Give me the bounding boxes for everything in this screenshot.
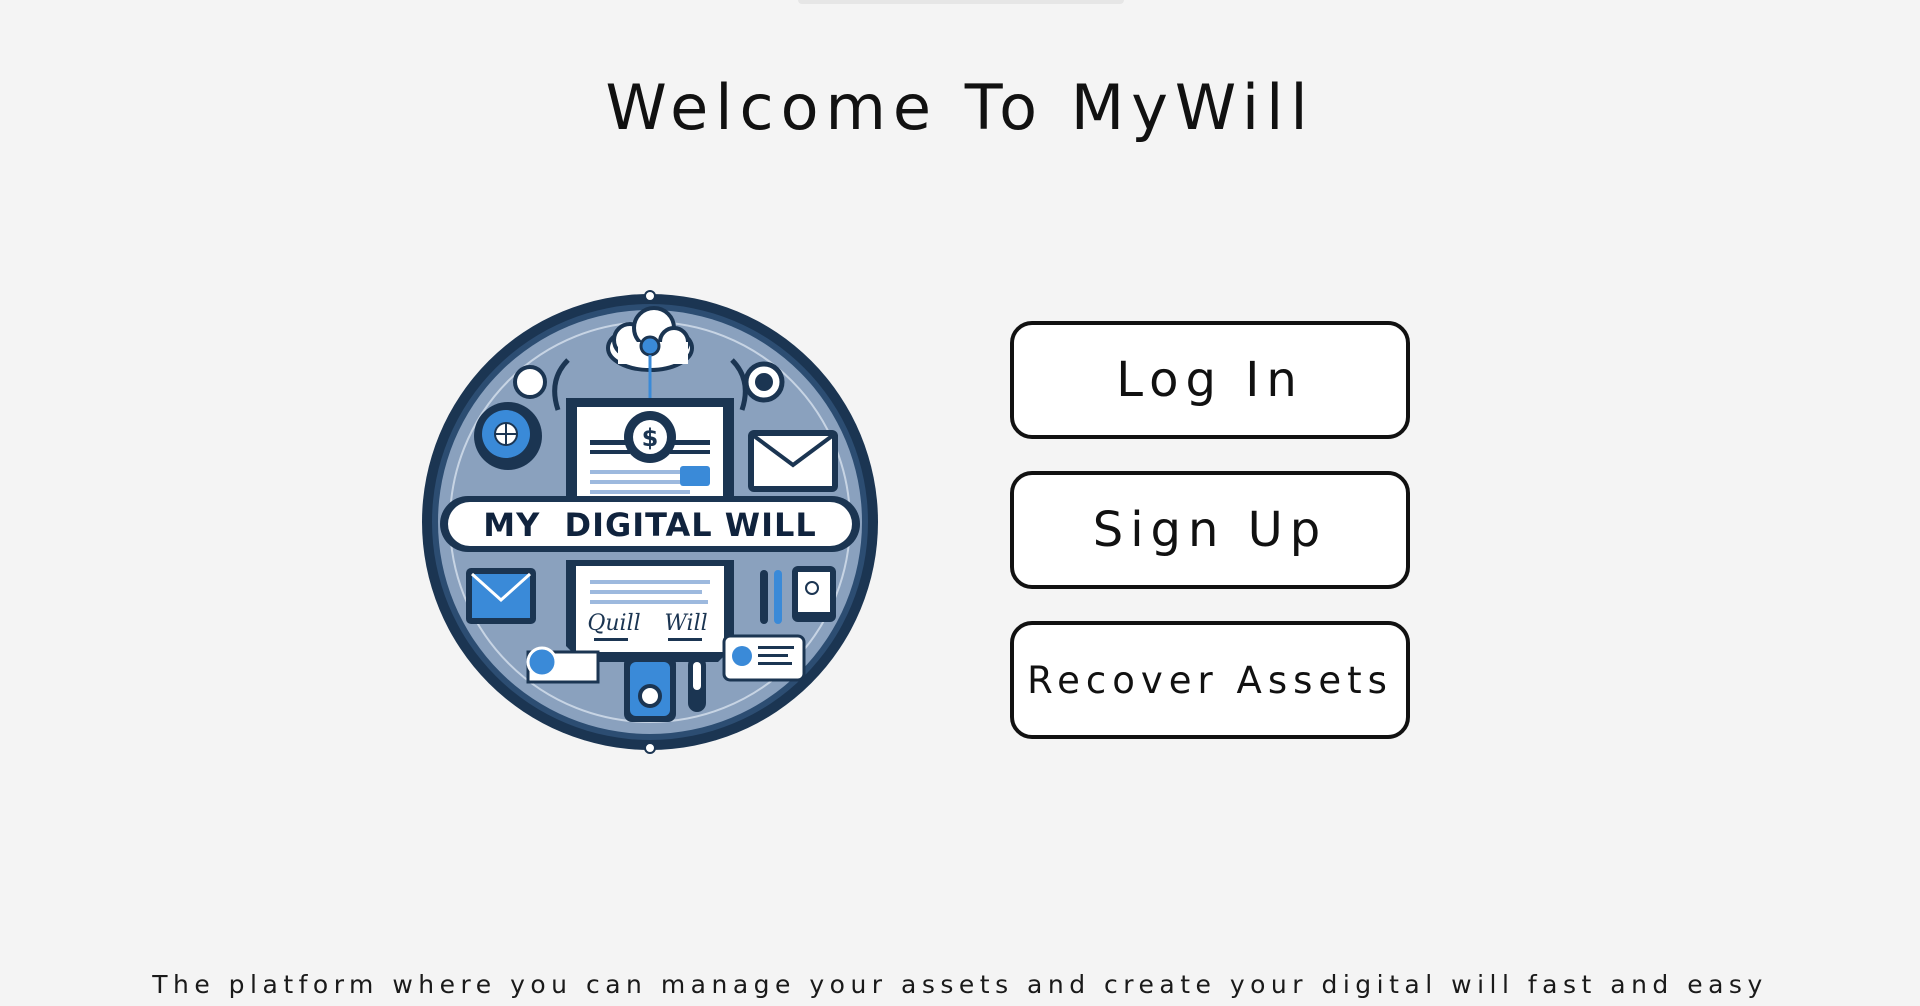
page-title: Welcome To MyWill: [605, 71, 1315, 144]
signup-button[interactable]: Sign Up: [1010, 471, 1410, 589]
device-icon: [792, 566, 836, 622]
top-tab-indicator: [798, 0, 1124, 4]
logo-emblem: $ MY DIGITAL WILL Quill Will: [422, 290, 878, 754]
svg-text:Quill: Quill: [587, 611, 640, 636]
my-digital-will-logo: $ MY DIGITAL WILL Quill Will: [418, 290, 882, 754]
recover-assets-button[interactable]: Recover Assets: [1010, 621, 1410, 739]
login-button[interactable]: Log In: [1010, 321, 1410, 439]
dollar-coin-icon: $: [624, 411, 676, 463]
platform-tagline: The platform where you can manage your a…: [152, 970, 1768, 999]
svg-text:Will: Will: [664, 611, 707, 636]
globe-icon: [474, 402, 542, 470]
envelope-icon: [748, 430, 838, 492]
logo-banner: MY DIGITAL WILL: [440, 496, 860, 552]
mail-badge-icon: [526, 646, 600, 684]
svg-text:$: $: [642, 424, 659, 452]
will-document-icon: Quill Will: [566, 560, 734, 662]
monitor-icon: [466, 568, 536, 624]
logo-banner-text: MY DIGITAL WILL: [483, 506, 817, 544]
landing-page: Welcome To MyWill $ MY DIGITAL WILL Quil…: [0, 0, 1920, 1006]
lock-icon: [624, 656, 676, 722]
id-card-icon: [722, 634, 806, 682]
auth-actions: Log In Sign Up Recover Assets: [1010, 321, 1410, 771]
